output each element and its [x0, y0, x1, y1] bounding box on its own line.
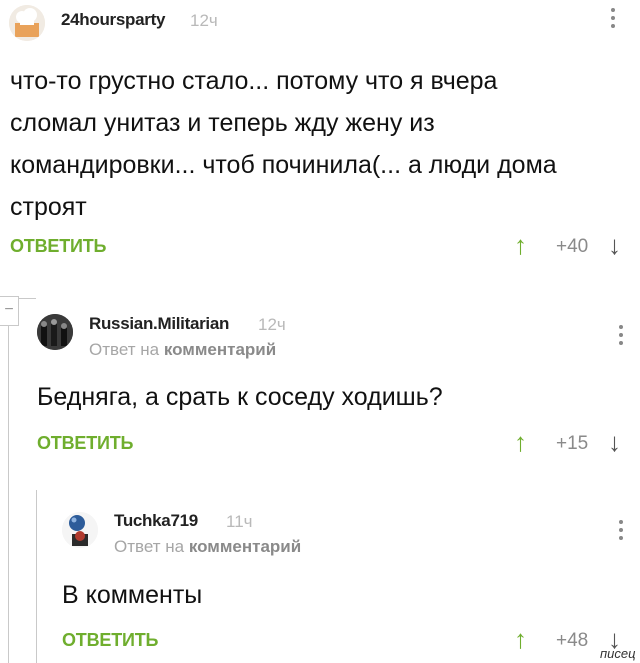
- comment-score: +15: [556, 433, 589, 454]
- reply-to-link[interactable]: Ответ на комментарий: [114, 537, 301, 557]
- comment-score: +48: [556, 630, 589, 651]
- arrow-up-icon[interactable]: ↑: [514, 429, 527, 455]
- comment-author[interactable]: 24hoursparty: [61, 10, 165, 30]
- thread-line[interactable]: [8, 296, 9, 663]
- watermark: писец: [600, 646, 636, 661]
- comment-score: +40: [556, 236, 589, 257]
- comment-text-line: командировки... чтоб починила(... а люди…: [10, 151, 557, 179]
- reply-button[interactable]: ОТВЕТИТЬ: [62, 630, 158, 651]
- avatar[interactable]: [62, 512, 98, 548]
- avatar[interactable]: [37, 314, 73, 350]
- chef-avatar-icon: [9, 5, 45, 41]
- comment-text-line: строят: [10, 193, 87, 221]
- reply-to-target[interactable]: комментарий: [189, 537, 301, 556]
- comment-time: 12ч: [258, 315, 286, 334]
- thread-connector: [18, 298, 36, 299]
- more-options-icon[interactable]: [618, 325, 624, 349]
- arrow-up-icon[interactable]: ↑: [514, 626, 527, 652]
- reply-button[interactable]: ОТВЕТИТЬ: [37, 433, 133, 454]
- arrow-up-icon[interactable]: ↑: [514, 232, 527, 258]
- more-options-icon[interactable]: [618, 520, 624, 544]
- comment-time: 12ч: [190, 11, 218, 30]
- comment-text: В комменты: [62, 581, 203, 609]
- soldiers-avatar-icon: [37, 314, 73, 350]
- comment-text: что-то грустно стало... потому что я вче…: [10, 60, 630, 228]
- reply-to-link[interactable]: Ответ на комментарий: [89, 340, 276, 360]
- thread-line[interactable]: [36, 490, 37, 663]
- comment-author[interactable]: Russian.Militarian: [89, 314, 229, 334]
- balloon-avatar-icon: [62, 512, 98, 548]
- arrow-down-icon[interactable]: ↓: [608, 429, 621, 455]
- arrow-down-icon[interactable]: ↓: [608, 232, 621, 258]
- reply-to-prefix: Ответ на: [89, 340, 160, 359]
- comment-time: 11ч: [226, 512, 253, 531]
- more-options-icon[interactable]: [610, 8, 616, 32]
- collapse-thread-button[interactable]: −: [0, 296, 19, 326]
- comment-text-line: сломал унитаз и теперь жду жену из: [10, 109, 435, 137]
- comment-text-line: что-то грустно стало... потому что я вче…: [10, 67, 498, 95]
- avatar[interactable]: [9, 5, 45, 41]
- reply-to-prefix: Ответ на: [114, 537, 185, 556]
- reply-to-target[interactable]: комментарий: [164, 340, 276, 359]
- reply-button[interactable]: ОТВЕТИТЬ: [10, 236, 106, 257]
- comment-author[interactable]: Tuchka719: [114, 511, 198, 531]
- comment-text: Бедняга, а срать к соседу ходишь?: [37, 383, 443, 411]
